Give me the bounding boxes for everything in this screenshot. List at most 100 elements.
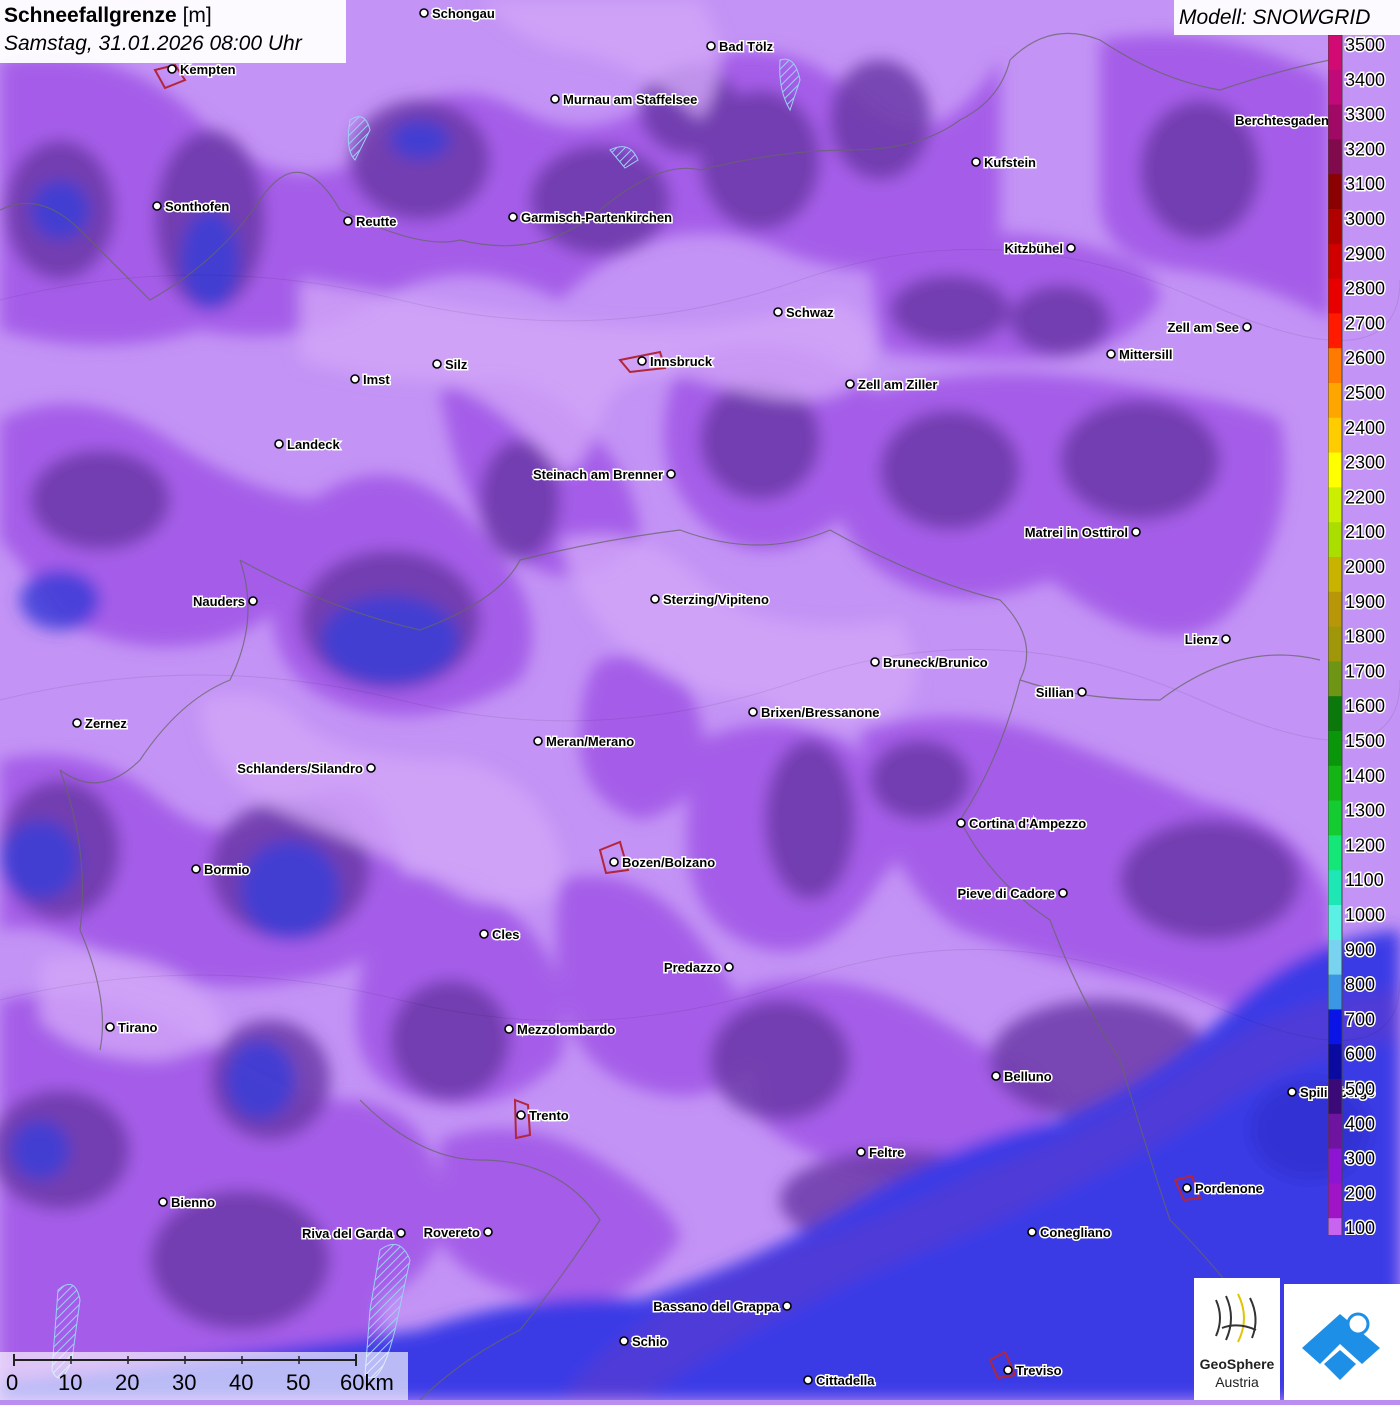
city-dot [1077, 687, 1087, 697]
city-marker[interactable]: Schongau [419, 5, 496, 23]
app-logo[interactable] [1284, 1284, 1400, 1400]
legend-colorbar: 3500 3400 3300 3200 3100 3000 2900 2800 2700 2600… [1327, 34, 1387, 1254]
legend-tick-label: 1000 [1345, 905, 1385, 925]
city-marker[interactable]: Brixen/Bressanone [748, 704, 881, 722]
legend-swatch [1328, 417, 1342, 454]
legend-tick-label: 400 [1345, 1114, 1375, 1134]
city-marker[interactable]: Pieve di Cadore [956, 885, 1068, 903]
city-label: Bad Tölz [719, 39, 774, 54]
legend-tick-label: 1200 [1345, 835, 1385, 855]
city-label: Tirano [118, 1020, 158, 1035]
legend-tick-label: 2700 [1345, 313, 1385, 333]
city-dot [274, 439, 284, 449]
city-dot [1066, 243, 1076, 253]
legend-swatch [1328, 348, 1342, 384]
geosphere-mark-icon [1215, 1293, 1257, 1343]
legend-swatch [1328, 1009, 1342, 1045]
city-marker[interactable]: Cortina d'Ampezzo [956, 815, 1088, 833]
legend-tick-label: 1300 [1345, 801, 1385, 821]
city-dot [971, 157, 981, 167]
legend-swatch [1328, 104, 1342, 140]
legend-tick-label: 1800 [1345, 627, 1385, 647]
city-marker[interactable]: Bozen/Bolzano [609, 854, 717, 872]
city-dot [191, 864, 201, 874]
city-label: Steinach am Brenner [533, 467, 663, 482]
map-datetime: Samstag, 31.01.2026 08:00 Uhr [4, 32, 302, 55]
city-label: Trento [529, 1108, 569, 1123]
city-marker[interactable]: Schlanders/Silandro [236, 760, 376, 778]
legend-tick-label: 2000 [1345, 557, 1385, 577]
city-marker[interactable]: Sonthofen [152, 198, 231, 216]
model-label: Modell: SNOWGRID [1174, 0, 1400, 35]
legend-tick-label: 3400 [1345, 70, 1385, 90]
city-marker[interactable]: Conegliano [1027, 1224, 1112, 1242]
city-marker[interactable]: Riva del Garda [300, 1225, 406, 1243]
city-marker[interactable]: Garmisch-Partenkirchen [508, 209, 674, 227]
legend-tick-label: 600 [1345, 1044, 1375, 1064]
city-dot [1221, 634, 1231, 644]
legend-tick-label: 1500 [1345, 731, 1385, 751]
city-dot [550, 94, 560, 104]
city-marker[interactable]: Sterzing/Vipiteno [650, 591, 770, 609]
city-marker[interactable]: Murnau am Staffelsee [550, 91, 699, 109]
legend-tick-label: 3000 [1345, 209, 1385, 229]
legend-swatch [1328, 209, 1342, 245]
city-dot [396, 1228, 406, 1238]
city-label: Bruneck/Brunico [883, 655, 988, 670]
city-dot [1131, 527, 1141, 537]
city-label: Cles [492, 927, 519, 942]
legend-swatch [1328, 800, 1342, 836]
legend-swatch [1328, 243, 1342, 280]
city-marker[interactable]: Zell am Ziller [845, 376, 939, 394]
legend-tick-label: 1900 [1345, 592, 1385, 612]
city-label: Zell am See [1167, 320, 1239, 335]
city-label: Brixen/Bressanone [761, 705, 880, 720]
city-label: Kufstein [984, 155, 1036, 170]
city-dot [1287, 1087, 1297, 1097]
city-marker[interactable]: Mezzolombardo [504, 1021, 617, 1039]
city-label: Predazzo [664, 960, 721, 975]
city-marker[interactable]: Zell am See [1166, 319, 1252, 337]
city-marker[interactable]: Meran/Merano [533, 733, 636, 751]
legend-tick-label: 100 [1345, 1218, 1375, 1235]
city-dot [637, 356, 647, 366]
legend-swatch [1328, 939, 1342, 976]
city-label: Kitzbühel [1005, 241, 1064, 256]
legend-tick-label: 2200 [1345, 487, 1385, 507]
city-marker[interactable]: Bassano del Grappa [652, 1298, 792, 1316]
city-marker[interactable]: Pordenone [1182, 1180, 1264, 1198]
city-dot [158, 1197, 168, 1207]
city-dot [782, 1301, 792, 1311]
snowfall-line-map[interactable]: Schongau Kempten Bad Tölz Murnau am Staffel… [0, 0, 1400, 1400]
cloud-arrow-icon [1302, 1312, 1380, 1380]
legend-tick-label: 3500 [1345, 35, 1385, 55]
city-marker[interactable]: Matrei in Osttirol [1023, 524, 1141, 542]
city-marker[interactable]: Bruneck/Brunico [870, 654, 989, 672]
city-label: Schio [632, 1334, 667, 1349]
map-title: Schneefallgrenze [4, 4, 177, 27]
city-marker[interactable]: Steinach am Brenner [531, 466, 676, 484]
city-label: Zernez [85, 716, 127, 731]
legend-swatch [1328, 69, 1342, 106]
city-label: Mezzolombardo [517, 1022, 615, 1037]
city-dot [350, 374, 360, 384]
city-dot [748, 707, 758, 717]
geosphere-logo[interactable]: GeoSphere Austria [1194, 1278, 1280, 1400]
city-dot [533, 736, 543, 746]
legend-tick-label: 1100 [1345, 870, 1384, 890]
city-dot [483, 1227, 493, 1237]
city-marker[interactable]: Innsbruck [637, 353, 714, 371]
city-label: Landeck [287, 437, 341, 452]
city-dot [1106, 349, 1116, 359]
legend-tick-label: 300 [1345, 1149, 1375, 1169]
legend-swatch [1328, 557, 1342, 593]
legend-tick-label: 2900 [1345, 244, 1385, 264]
city-marker[interactable]: Berchtesgaden [1234, 112, 1342, 130]
city-label: Garmisch-Partenkirchen [521, 210, 672, 225]
title-box: Schneefallgrenze [m] Samstag, 31.01.2026… [0, 0, 346, 63]
map-unit: [m] [182, 4, 212, 27]
city-label: Zell am Ziller [858, 377, 937, 392]
city-dot [870, 657, 880, 667]
legend-swatch [1328, 278, 1342, 314]
city-label: Reutte [356, 214, 396, 229]
